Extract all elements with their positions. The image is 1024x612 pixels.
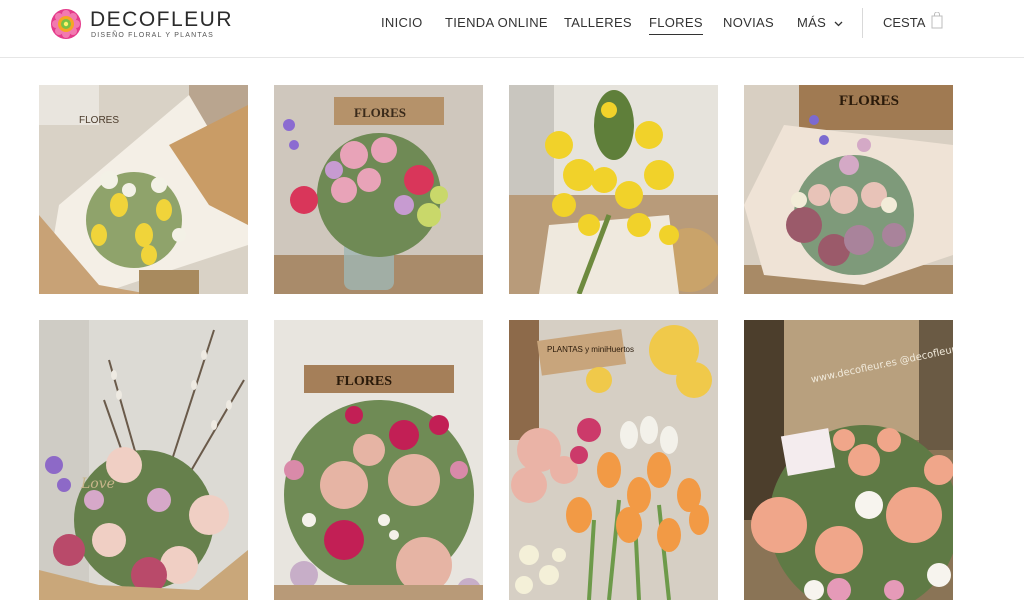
vase-pink-roses-icon: FLORES bbox=[274, 85, 483, 294]
peach-roses-window-icon: www.decofleur.es @decofleur.es bbox=[744, 320, 953, 600]
gallery-photo-1[interactable]: FLORES bbox=[39, 85, 248, 294]
gallery-photo-3[interactable] bbox=[509, 85, 718, 294]
bouquet-hydrangea-icon: FLORES bbox=[744, 85, 953, 294]
flores-sign-text: FLORES bbox=[839, 93, 899, 109]
gallery-photo-8[interactable]: www.decofleur.es @decofleur.es bbox=[744, 320, 953, 600]
gallery-photo-6[interactable]: FLORES bbox=[274, 320, 483, 600]
flores-sign-text: FLORES bbox=[79, 115, 119, 126]
mimosa-bouquet-icon bbox=[509, 85, 718, 294]
gallery-photo-2[interactable]: FLORES bbox=[274, 85, 483, 294]
flower-gallery: FLORES FLORES FLORES Love FLORES PLANTAS… bbox=[0, 0, 1024, 612]
love-sign-text: Love bbox=[80, 476, 115, 492]
gallery-photo-7[interactable]: PLANTAS y miniHuertos bbox=[509, 320, 718, 600]
flores-sign-text: FLORES bbox=[336, 374, 392, 389]
tulips-plantas-icon: PLANTAS y miniHuertos bbox=[509, 320, 718, 600]
plantas-sign-text: PLANTAS y miniHuertos bbox=[547, 345, 634, 354]
flores-sign-text: FLORES bbox=[354, 105, 406, 120]
gallery-photo-5[interactable]: Love bbox=[39, 320, 248, 600]
arrangement-willow-roses-icon: Love bbox=[39, 320, 248, 600]
bouquet-peach-roses-icon: FLORES bbox=[274, 320, 483, 600]
gallery-photo-4[interactable]: FLORES bbox=[744, 85, 953, 294]
bouquet-yellow-tulips-icon: FLORES bbox=[39, 85, 248, 294]
